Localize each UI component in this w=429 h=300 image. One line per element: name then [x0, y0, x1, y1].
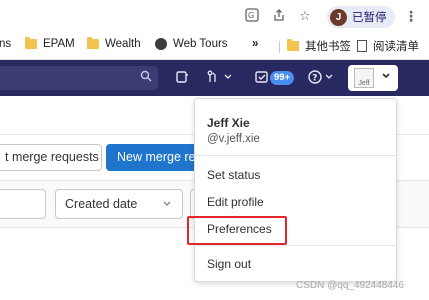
set-status-item[interactable]: Set status — [207, 168, 260, 182]
other-bookmarks[interactable]: 其他书签 — [287, 38, 351, 54]
view-merge-requests-button[interactable]: t merge requests — [0, 144, 102, 171]
user-menu-toggle[interactable]: Jeff — [348, 65, 398, 91]
divider — [195, 245, 396, 246]
user-avatar: Jeff — [354, 68, 374, 88]
merge-requests-icon[interactable] — [207, 70, 232, 88]
svg-text:?: ? — [312, 74, 317, 84]
bookmark-star-icon[interactable]: ☆ — [297, 8, 313, 24]
profile-button[interactable]: J 已暂停 — [327, 6, 395, 28]
chevron-down-icon — [381, 70, 391, 83]
new-merge-request-button[interactable]: New merge req — [106, 144, 206, 171]
reading-list[interactable]: 阅读清单 — [357, 38, 419, 54]
globe-icon — [155, 38, 167, 50]
issues-icon[interactable] — [175, 70, 189, 88]
chevron-down-icon — [162, 190, 172, 230]
preferences-highlight-box — [187, 216, 287, 245]
bookmark-item[interactable]: Web Tours — [155, 38, 228, 50]
bookmark-item[interactable]: ns — [0, 38, 11, 50]
folder-icon — [25, 37, 37, 49]
profile-avatar: J — [330, 8, 347, 26]
folder-icon — [87, 37, 99, 49]
search-input[interactable] — [0, 66, 158, 90]
user-name: Jeff Xie — [207, 116, 250, 130]
svg-text:G: G — [248, 11, 254, 20]
sort-select[interactable]: Created date — [55, 189, 183, 219]
folder-icon — [287, 39, 299, 51]
share-icon[interactable] — [271, 8, 287, 24]
filter-input[interactable] — [0, 189, 46, 219]
gitlab-header: 99+ ? Jeff — [0, 60, 429, 96]
todo-icon[interactable] — [255, 70, 269, 88]
bookmarks-separator — [279, 41, 280, 53]
todo-count-badge: 99+ — [270, 71, 295, 85]
edit-profile-item[interactable]: Edit profile — [207, 195, 264, 209]
watermark: CSDN @qq_492448446 — [296, 280, 405, 291]
user-handle: @v.jeff.xie — [207, 133, 260, 145]
reading-list-icon — [357, 40, 367, 52]
bookmarks-overflow[interactable]: » — [252, 38, 258, 50]
divider — [195, 155, 396, 156]
bookmark-item[interactable]: Wealth — [87, 37, 141, 50]
bookmark-item[interactable]: EPAM — [25, 37, 75, 50]
translate-icon[interactable]: G — [244, 8, 260, 24]
sign-out-item[interactable]: Sign out — [207, 257, 251, 271]
search-icon — [140, 70, 152, 85]
browser-menu-icon[interactable]: ⋮ — [404, 8, 418, 25]
sort-value: Created date — [65, 197, 138, 211]
bookmarks-bar: ns EPAM Wealth Web Tours » 其他书签 阅读清单 — [0, 32, 429, 60]
browser-toolbar: G ☆ J 已暂停 ⋮ — [0, 0, 429, 32]
help-icon[interactable]: ? — [308, 70, 334, 88]
profile-status: 已暂停 — [352, 12, 387, 24]
user-dropdown-menu: Jeff Xie @v.jeff.xie Set status Edit pro… — [194, 98, 397, 282]
